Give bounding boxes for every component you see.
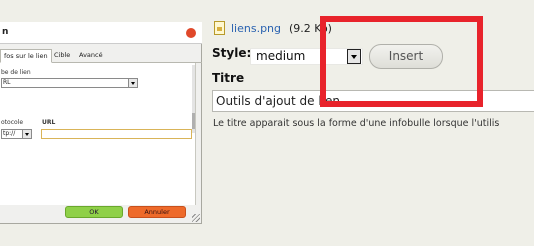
protocol-select[interactable]: tp:// (1, 129, 32, 139)
ok-button[interactable]: OK (65, 206, 123, 218)
link-dialog-thumbnail: n fos sur le lien Cible Avancé be de lie… (0, 22, 202, 224)
image-file-icon (214, 21, 225, 35)
resize-grip-icon[interactable] (192, 214, 200, 222)
dialog-panel: be de lien RL otocole URL tp:// (0, 63, 196, 205)
dialog-title-bar: n (0, 22, 202, 44)
chevron-down-icon (128, 79, 137, 87)
title-label: Titre (212, 71, 245, 85)
tab-link-info[interactable]: fos sur le lien (0, 49, 52, 63)
url-label: URL (42, 119, 56, 126)
tab-target[interactable]: Cible (51, 49, 73, 63)
tab-advanced[interactable]: Avancé (76, 49, 106, 63)
link-type-label: be de lien (1, 69, 31, 76)
url-input[interactable] (41, 129, 192, 139)
dialog-tabs: fos sur le lien Cible Avancé (0, 49, 202, 63)
style-value: medium (256, 49, 306, 63)
protocol-value: tp:// (3, 130, 16, 137)
title-help-text: Le titre apparait sous la forme d'une in… (213, 118, 500, 129)
chevron-down-icon (22, 130, 31, 138)
close-icon[interactable] (186, 28, 196, 38)
link-type-select[interactable]: RL (1, 78, 138, 88)
protocol-label: otocole (1, 119, 24, 126)
link-type-value: RL (3, 79, 11, 86)
dialog-title: n (2, 27, 9, 37)
style-label: Style: (212, 46, 252, 60)
red-highlight-box (320, 16, 483, 107)
file-name-link[interactable]: liens.png (231, 22, 281, 35)
panel-scrollbar[interactable] (192, 65, 195, 133)
cancel-button[interactable]: Annuler (128, 206, 186, 218)
